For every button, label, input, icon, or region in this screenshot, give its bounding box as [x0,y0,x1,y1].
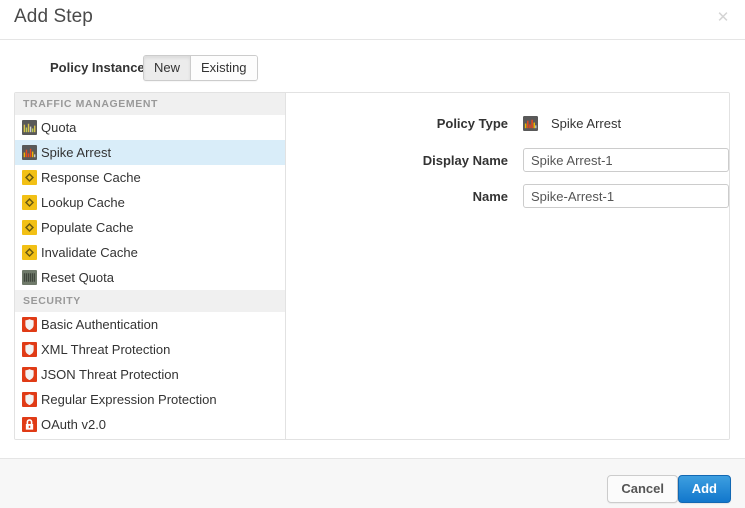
policy-list-item[interactable]: OAuth v2.0 [15,412,285,437]
policy-list-item-label: XML Threat Protection [41,342,170,357]
policy-type-label: Policy Type [286,116,523,131]
policy-list-item-label: Regular Expression Protection [41,392,217,407]
bar-chart-green-icon [22,120,37,135]
policy-list-item[interactable]: Invalidate Cache [15,240,285,265]
shield-red-icon [22,342,37,357]
toggle-existing-button[interactable]: Existing [190,56,257,80]
policy-type-value: Spike Arrest [523,116,621,131]
name-row: Name [286,184,729,208]
close-icon[interactable]: ✕ [715,9,731,25]
policy-list-item-label: JSON Threat Protection [41,367,179,382]
policy-list-item[interactable]: Reset Quota [15,265,285,290]
policy-list-item-label: Basic Authentication [41,317,158,332]
shield-red-icon [22,367,37,382]
policy-list-item[interactable]: Regular Expression Protection [15,387,285,412]
policy-list[interactable]: TRAFFIC MANAGEMENT Quota Spike Arrest Respo… [15,93,286,439]
toggle-new-button[interactable]: New [144,56,190,80]
policy-list-item-label: Lookup Cache [41,195,125,210]
modal-header: Add Step ✕ [0,0,745,40]
policy-list-item[interactable]: Lookup Cache [15,190,285,215]
display-name-row: Display Name [286,148,729,172]
bar-chart-red-icon [523,116,538,131]
bar-chart-red-icon-svg [523,116,538,131]
page-title: Add Step [14,6,93,28]
name-input[interactable] [523,184,729,208]
diamond-yellow-icon [22,170,37,185]
body-panel: TRAFFIC MANAGEMENT Quota Spike Arrest Respo… [14,92,730,440]
diamond-yellow-icon [22,245,37,260]
add-button[interactable]: Add [678,475,731,503]
policy-type-row: Policy Type Spike Arrest [286,116,729,131]
bar-chart-red-icon [22,145,37,160]
name-label: Name [286,189,523,204]
policy-type-text: Spike Arrest [551,116,621,131]
policy-list-item[interactable]: Populate Cache [15,215,285,240]
policy-list-item[interactable]: XML Threat Protection [15,337,285,362]
policy-form-panel: Policy Type Spike Arrest Displ [286,93,729,439]
policy-list-item-label: Invalidate Cache [41,245,138,260]
diamond-yellow-icon [22,195,37,210]
display-name-input[interactable] [523,148,729,172]
policy-section-header: TRAFFIC MANAGEMENT [15,93,285,115]
policy-list-item-label: OAuth v2.0 [41,417,106,432]
diamond-yellow-icon [22,220,37,235]
shield-red-icon [22,317,37,332]
policy-list-item-label: Quota [41,120,76,135]
policy-list-item-label: Spike Arrest [41,145,111,160]
policy-section-header: SECURITY [15,290,285,312]
policy-list-item[interactable]: Response Cache [15,165,285,190]
display-name-label: Display Name [286,153,523,168]
policy-list-item-label: Reset Quota [41,270,114,285]
policy-list-item[interactable]: Basic Authentication [15,312,285,337]
policy-instance-toggle[interactable]: New Existing [143,55,258,81]
policy-list-item-label: Populate Cache [41,220,134,235]
policy-list-item[interactable]: Spike Arrest [15,140,285,165]
policy-instance-row: Policy Instance New Existing [0,40,745,90]
cancel-button[interactable]: Cancel [607,475,678,503]
modal-footer: Cancel Add [0,458,745,508]
policy-list-item[interactable]: Quota [15,115,285,140]
policy-instance-label: Policy Instance [50,60,145,75]
bar-chart-gray-icon [22,270,37,285]
shield-red-icon [22,392,37,407]
policy-list-item[interactable]: JSON Threat Protection [15,362,285,387]
lock-red-icon [22,417,37,432]
policy-list-item-label: Response Cache [41,170,141,185]
